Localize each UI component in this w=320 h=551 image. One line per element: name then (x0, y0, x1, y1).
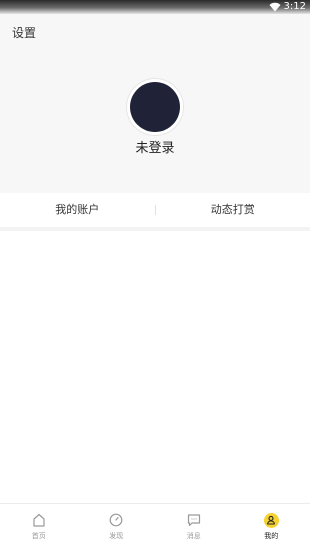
tab-bar: 首页 发现 消息 我的 (0, 503, 310, 551)
tab-profile[interactable]: 我的 (233, 504, 311, 551)
profile-header: 设置 未登录 (0, 14, 310, 193)
tab-home-label: 首页 (31, 532, 46, 540)
active-indicator (263, 512, 279, 528)
status-right: 3:12 (269, 1, 306, 13)
screen: 3:12 设置 未登录 我的账户 动态打赏 首页 发现 消息 我的 (0, 0, 310, 551)
my-account-button[interactable]: 我的账户 (0, 203, 155, 217)
avatar[interactable] (130, 82, 180, 132)
status-bar: 3:12 (0, 0, 310, 14)
tab-discover-label: 发现 (109, 532, 124, 540)
compass-icon (108, 512, 124, 528)
tab-home[interactable]: 首页 (0, 504, 78, 551)
tab-discover[interactable]: 发现 (78, 504, 156, 551)
status-time: 3:12 (283, 1, 306, 12)
account-row: 我的账户 动态打赏 (0, 193, 310, 231)
reward-button[interactable]: 动态打赏 (156, 203, 311, 217)
user-icon (263, 512, 279, 528)
tab-messages-label: 消息 (186, 532, 201, 540)
tab-messages[interactable]: 消息 (155, 504, 233, 551)
wifi-icon (269, 2, 281, 12)
settings-button[interactable]: 设置 (12, 26, 36, 40)
login-status[interactable]: 未登录 (0, 141, 310, 157)
tab-profile-label: 我的 (264, 532, 279, 540)
message-icon (186, 512, 202, 528)
home-icon (31, 512, 47, 528)
avatar-ring[interactable] (127, 79, 183, 135)
